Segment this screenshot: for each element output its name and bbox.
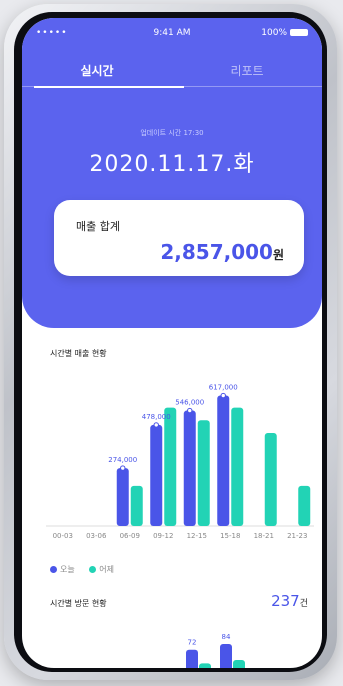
x-tick-06-09: 06-09 <box>120 532 140 540</box>
bar-today-09-12[interactable] <box>150 424 163 526</box>
bar-yesterday-12-15[interactable] <box>197 420 210 526</box>
legend-yesterday-label: 어제 <box>99 565 115 574</box>
battery-percent: 100% <box>261 28 287 38</box>
legend-today: 오늘 <box>50 565 75 574</box>
app-screen: ••••• 9:41 AM 100% 실시간 리포트 업데이트 시간 17:30… <box>22 18 322 668</box>
bar-yesterday-09-12[interactable] <box>164 407 177 526</box>
sales-summary-label: 매출 합계 <box>76 220 120 233</box>
data-label-15-18: 617,000 <box>209 384 238 392</box>
visits-total-unit: 건 <box>299 599 308 609</box>
bar-yesterday-06-09[interactable] <box>130 485 143 526</box>
chart-legend: 오늘 어제 <box>50 564 126 575</box>
hourly-sales-chart: 00-03 03-06 274,000 06-09 478,000 09-12 546,00… <box>46 384 314 540</box>
x-tick-18-21: 18-21 <box>254 532 274 540</box>
data-label-09-12: 478,000 <box>142 413 171 421</box>
hourly-visits-chart: 72 84 <box>186 633 245 668</box>
x-tick-12-15: 12-15 <box>187 532 207 540</box>
battery-status: 100% <box>261 28 308 38</box>
visits-total: 237건 <box>271 592 308 610</box>
update-time: 업데이트 시간 17:30 <box>140 129 204 137</box>
legend-yesterday: 어제 <box>89 565 114 574</box>
hourly-visits-title: 시간별 방문 현황 <box>50 599 107 608</box>
tab-report[interactable]: 리포트 <box>172 62 322 79</box>
bar-today-06-09[interactable] <box>116 468 129 526</box>
visits-total-value: 237 <box>271 592 300 610</box>
tab-realtime[interactable]: 실시간 <box>22 62 172 79</box>
bar-yesterday-18-21[interactable] <box>264 432 277 526</box>
bar-marker-06-09 <box>120 465 126 471</box>
bar-today-15-18[interactable] <box>217 395 230 526</box>
visits-bar-1[interactable] <box>220 644 232 668</box>
legend-today-dot <box>50 566 57 573</box>
data-label-06-09: 274,000 <box>108 456 137 464</box>
battery-icon <box>290 29 308 36</box>
visits-bar-0[interactable] <box>186 649 198 668</box>
sales-total-value: 2,857,000 <box>160 240 273 264</box>
x-tick-09-12: 09-12 <box>153 532 173 540</box>
data-label-12-15: 546,000 <box>175 399 204 407</box>
bar-today-12-15[interactable] <box>183 410 196 526</box>
sales-summary-card[interactable]: 매출 합계 2,857,000원 <box>54 200 304 276</box>
date-title: 2020.11.17.화 <box>89 152 255 177</box>
x-tick-03-06: 03-06 <box>86 532 107 540</box>
legend-yesterday-dot <box>89 566 97 573</box>
bar-marker-15-18 <box>220 392 226 399</box>
bar-marker-09-12 <box>153 422 159 428</box>
bar-yesterday-15-18[interactable] <box>231 407 244 526</box>
status-bar: ••••• 9:41 AM 100% <box>22 28 322 44</box>
visits-bar-yesterday-1[interactable] <box>233 660 245 668</box>
sales-total-unit: 원 <box>272 248 284 262</box>
x-tick-21-23: 21-23 <box>287 532 307 540</box>
visits-label-1: 84 <box>222 633 231 641</box>
tab-active-indicator <box>34 86 184 88</box>
header-panel: ••••• 9:41 AM 100% 실시간 리포트 업데이트 시간 17:30… <box>22 18 322 328</box>
bar-marker-12-15 <box>187 407 193 414</box>
x-tick-00-03: 00-03 <box>53 532 73 540</box>
legend-today-label: 오늘 <box>60 565 75 574</box>
tab-bar: 실시간 리포트 <box>22 62 322 94</box>
visits-bar-yesterday-0[interactable] <box>199 663 211 668</box>
x-tick-15-18: 15-18 <box>220 532 240 540</box>
visits-label-0: 72 <box>188 639 197 647</box>
bar-yesterday-21-23[interactable] <box>298 485 311 526</box>
sales-summary-value-row: 2,857,000원 <box>160 240 284 264</box>
